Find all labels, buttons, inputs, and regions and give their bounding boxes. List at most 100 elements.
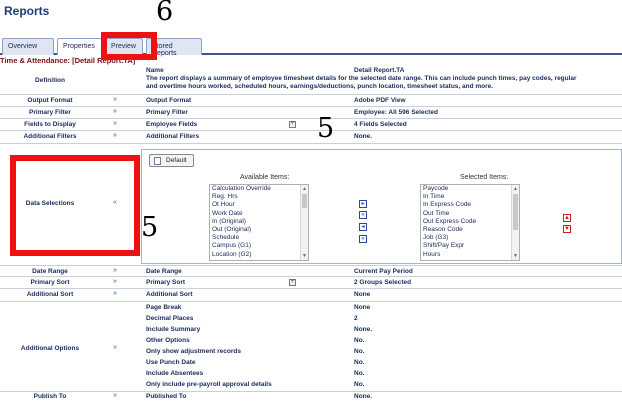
scrollbar[interactable]: ▲ ▼ (511, 185, 519, 260)
additional-sort-value: None (354, 291, 371, 298)
scroll-up-icon[interactable]: ▲ (513, 186, 518, 192)
list-item[interactable]: Out (Original) (210, 226, 308, 234)
primary-filter-label: Primary Filter (29, 109, 71, 116)
list-item[interactable]: Reason Code (421, 226, 519, 234)
additional-sort-label: Additional Sort (26, 291, 74, 298)
list-item[interactable]: Calculation Override (210, 185, 308, 193)
tab-overview[interactable]: Overview (2, 38, 54, 55)
list-item[interactable]: Out Time (421, 210, 519, 218)
primary-filter-value: Employee: All 596 Selected (354, 109, 438, 116)
chevron-double-down-icon[interactable]: » (110, 132, 120, 139)
primary-sort-row: Primary Sort » Primary Sort + 2 Groups S… (0, 277, 622, 289)
page-header: Reports (0, 0, 622, 26)
option-value: None. (354, 326, 373, 333)
list-item[interactable]: In Express Code (421, 201, 519, 209)
annotation-number: 5 (141, 212, 159, 243)
option-name: Page Break (146, 304, 182, 311)
move-left-icon[interactable]: ◂ (359, 223, 367, 231)
option-name: Include Absentees (146, 370, 204, 377)
selected-items: Paycode In Time In Express Code Out Time Out… (421, 185, 519, 259)
option-name: Include Summary (146, 326, 201, 333)
page-title: Reports (4, 4, 50, 18)
list-item[interactable]: Ot Hour (210, 201, 308, 209)
option-value: No. (354, 370, 365, 377)
chevron-double-down-icon[interactable]: » (110, 290, 120, 297)
list-item[interactable]: Paycode (421, 185, 519, 193)
selected-items-list[interactable]: Paycode In Time In Express Code Out Time Out… (420, 184, 520, 261)
additional-filters-value: None. (354, 133, 373, 140)
chevron-double-down-icon[interactable]: » (110, 278, 120, 285)
additional-options-row: Additional Options » Page Break None Decim… (0, 302, 622, 392)
scrollbar[interactable]: ▲ ▼ (300, 185, 308, 260)
list-item[interactable]: Reg. Hrs (210, 193, 308, 201)
additional-filters-row: Additional Filters » Additional Filters … (0, 131, 622, 144)
chevron-double-down-icon[interactable]: » (110, 96, 120, 103)
move-all-left-icon[interactable]: « (359, 235, 367, 243)
available-items: Calculation Override Reg. Hrs Ot Hour Work … (210, 185, 308, 259)
plus-box-icon[interactable]: + (289, 279, 296, 286)
chevron-double-down-icon[interactable]: » (110, 344, 120, 351)
option-value: No. (354, 381, 365, 388)
primary-filter-name: Primary Filter (146, 109, 188, 116)
default-button-label: Default (166, 157, 187, 164)
tab-properties[interactable]: Properties (57, 38, 102, 55)
date-range-label: Date Range (32, 268, 68, 275)
additional-filters-label: Additional Filters (23, 133, 77, 140)
fields-to-display-label: Fields to Display (24, 121, 76, 128)
selected-items-title: Selected Items: (460, 174, 509, 181)
available-items-list[interactable]: Calculation Override Reg. Hrs Ot Hour Work … (209, 184, 309, 261)
option-value: No. (354, 337, 365, 344)
scroll-thumb[interactable] (513, 194, 518, 230)
tab-bar: Overview Properties Preview Stored Repor… (0, 38, 622, 57)
scroll-down-icon[interactable]: ▼ (302, 253, 307, 259)
annotation-number: 5 (317, 113, 335, 144)
data-selections-panel: Default Available Items: Calculation Ove… (141, 149, 622, 264)
list-item[interactable]: Hours (421, 251, 519, 259)
scroll-up-icon[interactable]: ▲ (302, 186, 307, 192)
move-up-icon[interactable]: ▲ (563, 214, 571, 222)
list-item[interactable]: In Time (421, 193, 519, 201)
available-items-title: Available Items: (240, 174, 290, 181)
list-item[interactable]: Location (G2) (210, 251, 308, 259)
list-item[interactable]: Job (G3) (421, 234, 519, 242)
primary-sort-label: Primary Sort (30, 279, 70, 286)
chevron-double-down-icon[interactable]: » (110, 392, 120, 399)
publish-to-value: None. (354, 393, 373, 400)
option-name: Only show adjustment records (146, 348, 241, 355)
additional-sort-name: Additional Sort (146, 291, 193, 298)
option-name: Decimal Places (146, 315, 194, 322)
date-range-row: Date Range » Date Range Current Pay Peri… (0, 266, 622, 277)
chevron-double-down-icon[interactable]: » (110, 108, 120, 115)
publish-to-row: Publish To » Published To None. (0, 392, 622, 402)
default-button[interactable]: Default (149, 154, 194, 167)
scroll-down-icon[interactable]: ▼ (513, 253, 518, 259)
publish-to-label: Publish To (33, 393, 67, 400)
option-name: Use Punch Date (146, 359, 196, 366)
plus-box-icon[interactable]: + (289, 121, 296, 128)
chevron-double-down-icon[interactable]: » (110, 267, 120, 274)
date-range-value: Current Pay Period (354, 268, 413, 275)
move-all-right-icon[interactable]: » (359, 211, 367, 219)
annotation-number: 6 (156, 0, 174, 27)
document-icon (154, 157, 161, 165)
list-item[interactable]: Shift/Pay Expr (421, 242, 519, 250)
scroll-thumb[interactable] (302, 194, 307, 208)
option-value: None (354, 304, 371, 311)
chevron-double-down-icon[interactable]: » (110, 120, 120, 127)
list-item[interactable]: Schedule (210, 234, 308, 242)
list-item[interactable]: In (Original) (210, 218, 308, 226)
definition-label: Definition (35, 77, 65, 84)
list-item[interactable]: Out Express Code (421, 218, 519, 226)
definition-name-value: Detail Report.TA (354, 67, 405, 74)
additional-options-label: Additional Options (20, 345, 80, 352)
option-name: Only include pre-payroll approval detail… (146, 381, 272, 388)
output-format-label: Output Format (27, 97, 73, 104)
fields-to-display-value: 4 Fields Selected (354, 121, 407, 128)
output-format-row: Output Format » Output Format Adobe PDF … (0, 95, 622, 107)
list-item[interactable]: Campus (G1) (210, 242, 308, 250)
list-item[interactable]: Work Date (210, 210, 308, 218)
output-format-value: Adobe PDF View (354, 97, 406, 104)
move-down-icon[interactable]: ▼ (563, 225, 571, 233)
definition-name-header: Name (146, 67, 164, 74)
move-right-icon[interactable]: ▸ (359, 200, 367, 208)
